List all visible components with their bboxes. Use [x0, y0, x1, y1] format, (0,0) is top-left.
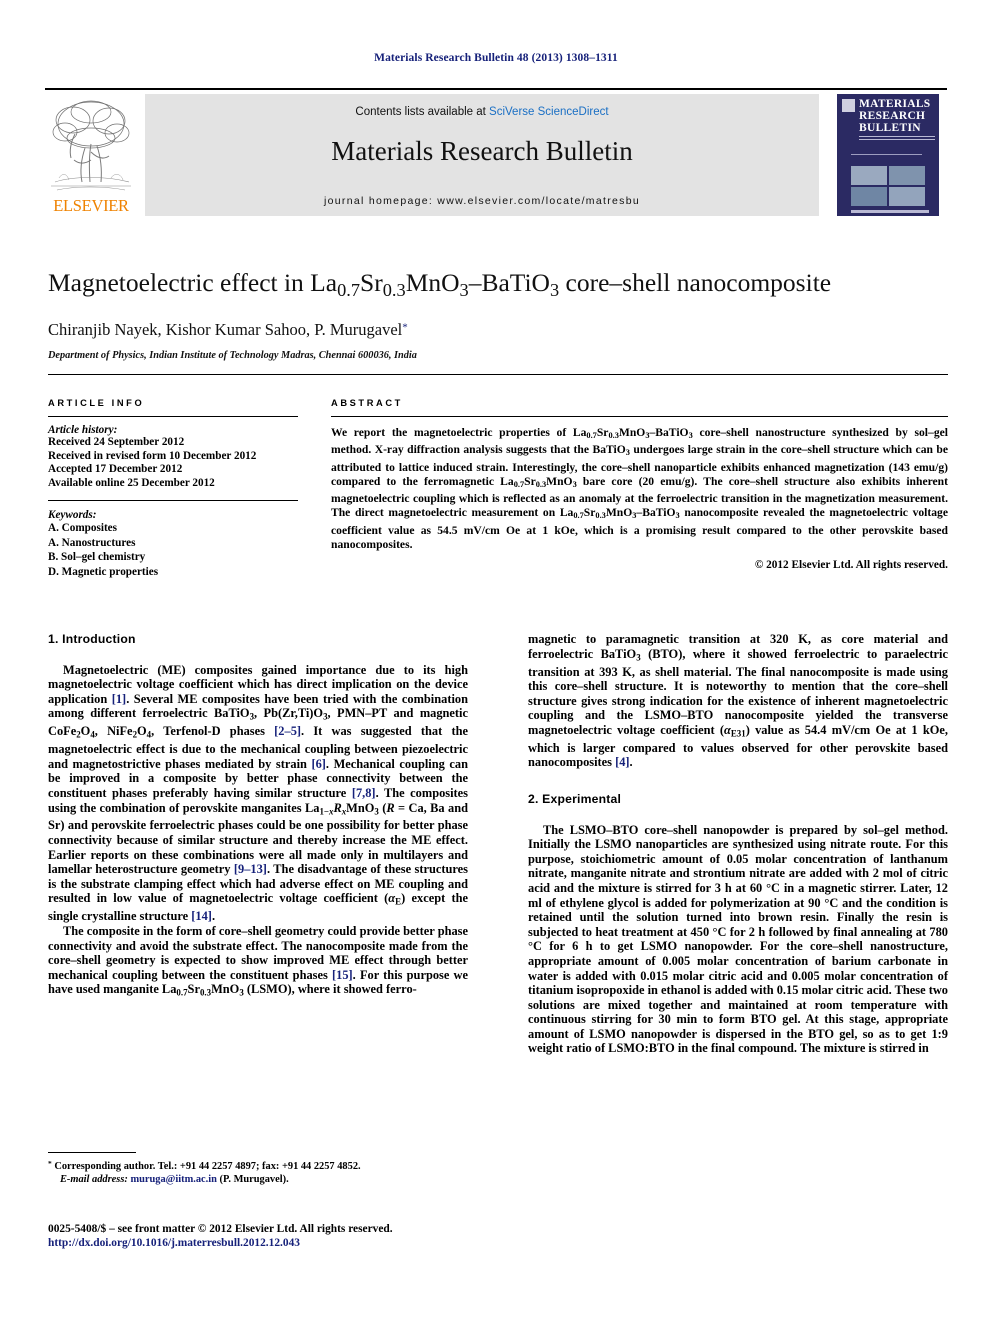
- cover-micrograph-grid: [851, 166, 925, 206]
- article-history-3: Available online 25 December 2012: [48, 476, 215, 489]
- keywords-rule: [48, 500, 298, 502]
- email-address-label: E-mail address:: [60, 1173, 128, 1185]
- article-page: Materials Research Bulletin 48 (2013) 13…: [0, 0, 992, 1323]
- info-top-rule: [48, 374, 948, 375]
- article-history-1: Received in revised form 10 December 201…: [48, 449, 257, 462]
- abstract-heading: ABSTRACT: [331, 398, 403, 408]
- keywords-label: Keywords:: [48, 509, 97, 522]
- cover-title-line-3: BULLETIN: [859, 122, 921, 134]
- article-info-column: ARTICLE INFO Article history: Received 2…: [48, 398, 298, 579]
- journal-title: Materials Research Bulletin: [331, 136, 633, 166]
- corresponding-author-footnote: * Corresponding author. Tel.: +91 44 225…: [48, 1152, 468, 1186]
- running-head: Materials Research Bulletin 48 (2013) 13…: [374, 52, 618, 64]
- page-title: Magnetoelectric effect in La0.7Sr0.3MnO3…: [48, 268, 832, 300]
- keyword-1: A. Nanostructures: [48, 536, 136, 549]
- intro-paragraph-2-continued: magnetic to paramagnetic transition at 3…: [528, 632, 948, 770]
- cover-caption-lines: [851, 154, 933, 159]
- author-list: Chiranjib Nayek, Kishor Kumar Sahoo, P. …: [48, 319, 408, 339]
- cover-title-line-1: MATERIALS: [859, 98, 931, 110]
- keyword-3: D. Magnetic properties: [48, 565, 159, 578]
- keyword-2: B. Sol–gel chemistry: [48, 551, 146, 564]
- footnote-rule: [48, 1152, 136, 1153]
- article-info-rule: [48, 416, 298, 417]
- article-history-2: Accepted 17 December 2012: [48, 463, 183, 476]
- title-block: Magnetoelectric effect in La0.7Sr0.3MnO3…: [48, 268, 948, 361]
- article-history-label: Article history:: [48, 424, 118, 436]
- cover-artwork: MATERIALS RESEARCH BULLETIN: [837, 94, 939, 216]
- abstract-column: ABSTRACT We report the magnetoelectric p…: [331, 398, 948, 571]
- corresponding-author-text: Corresponding author. Tel.: +91 44 2257 …: [54, 1161, 361, 1173]
- article-info-heading: ARTICLE INFO: [48, 398, 145, 408]
- body-column-left: 1. Introduction Magnetoelectric (ME) com…: [48, 632, 468, 1000]
- article-history-0: Received 24 September 2012: [48, 436, 185, 448]
- abstract-rule: [331, 416, 948, 417]
- cover-title: MATERIALS RESEARCH BULLETIN: [859, 98, 936, 134]
- footnote-marker: *: [48, 1159, 52, 1168]
- page-footer: 0025-5408/$ – see front matter © 2012 El…: [48, 1222, 478, 1250]
- elsevier-wordmark: ELSEVIER: [53, 196, 129, 215]
- email-link[interactable]: muruga@iitm.ac.in: [130, 1174, 216, 1185]
- intro-paragraph-1: Magnetoelectric (ME) composites gained i…: [48, 662, 468, 924]
- sciencedirect-link[interactable]: SciVerse ScienceDirect: [489, 106, 609, 118]
- contents-list-line: Contents lists available at SciVerse Sci…: [145, 106, 819, 118]
- affiliation: Department of Physics, Indian Institute …: [48, 349, 417, 361]
- contents-prefix: Contents lists available at: [355, 106, 490, 118]
- elsevier-logo: ELSEVIER: [45, 94, 137, 218]
- abstract-text: We report the magnetoelectric properties…: [331, 426, 948, 552]
- email-owner: (P. Murugavel).: [219, 1173, 289, 1185]
- cover-elsevier-icon: [842, 99, 855, 112]
- footnote-line-2: E-mail address: muruga@iitm.ac.in (P. Mu…: [48, 1174, 468, 1187]
- cover-title-line-2: RESEARCH: [859, 110, 926, 122]
- footnote-line-1: * Corresponding author. Tel.: +91 44 225…: [48, 1158, 468, 1174]
- experimental-paragraph-1: The LSMO–BTO core–shell nanopowder is pr…: [528, 822, 948, 1056]
- section-heading-experimental: 2. Experimental: [528, 791, 622, 806]
- section-heading-introduction: 1. Introduction: [48, 632, 136, 646]
- journal-homepage[interactable]: journal homepage: www.elsevier.com/locat…: [145, 195, 819, 207]
- intro-paragraph-2: The composite in the form of core–shell …: [48, 923, 468, 998]
- cover-footer-band: [851, 210, 929, 213]
- abstract-copyright: © 2012 Elsevier Ltd. All rights reserved…: [754, 559, 948, 572]
- cover-subtitle-lines: [859, 136, 935, 144]
- journal-cover-thumbnail[interactable]: MATERIALS RESEARCH BULLETIN: [829, 94, 947, 216]
- body-column-right: magnetic to paramagnetic transition at 3…: [528, 632, 948, 1056]
- keyword-0: A. Composites: [48, 522, 117, 535]
- issn-copyright-line: 0025-5408/$ – see front matter © 2012 El…: [48, 1223, 393, 1235]
- journal-masthead: ELSEVIER Contents lists available at Sci…: [45, 88, 947, 218]
- doi-link[interactable]: http://dx.doi.org/10.1016/j.materresbull…: [48, 1236, 478, 1250]
- masthead-band: Contents lists available at SciVerse Sci…: [145, 94, 819, 216]
